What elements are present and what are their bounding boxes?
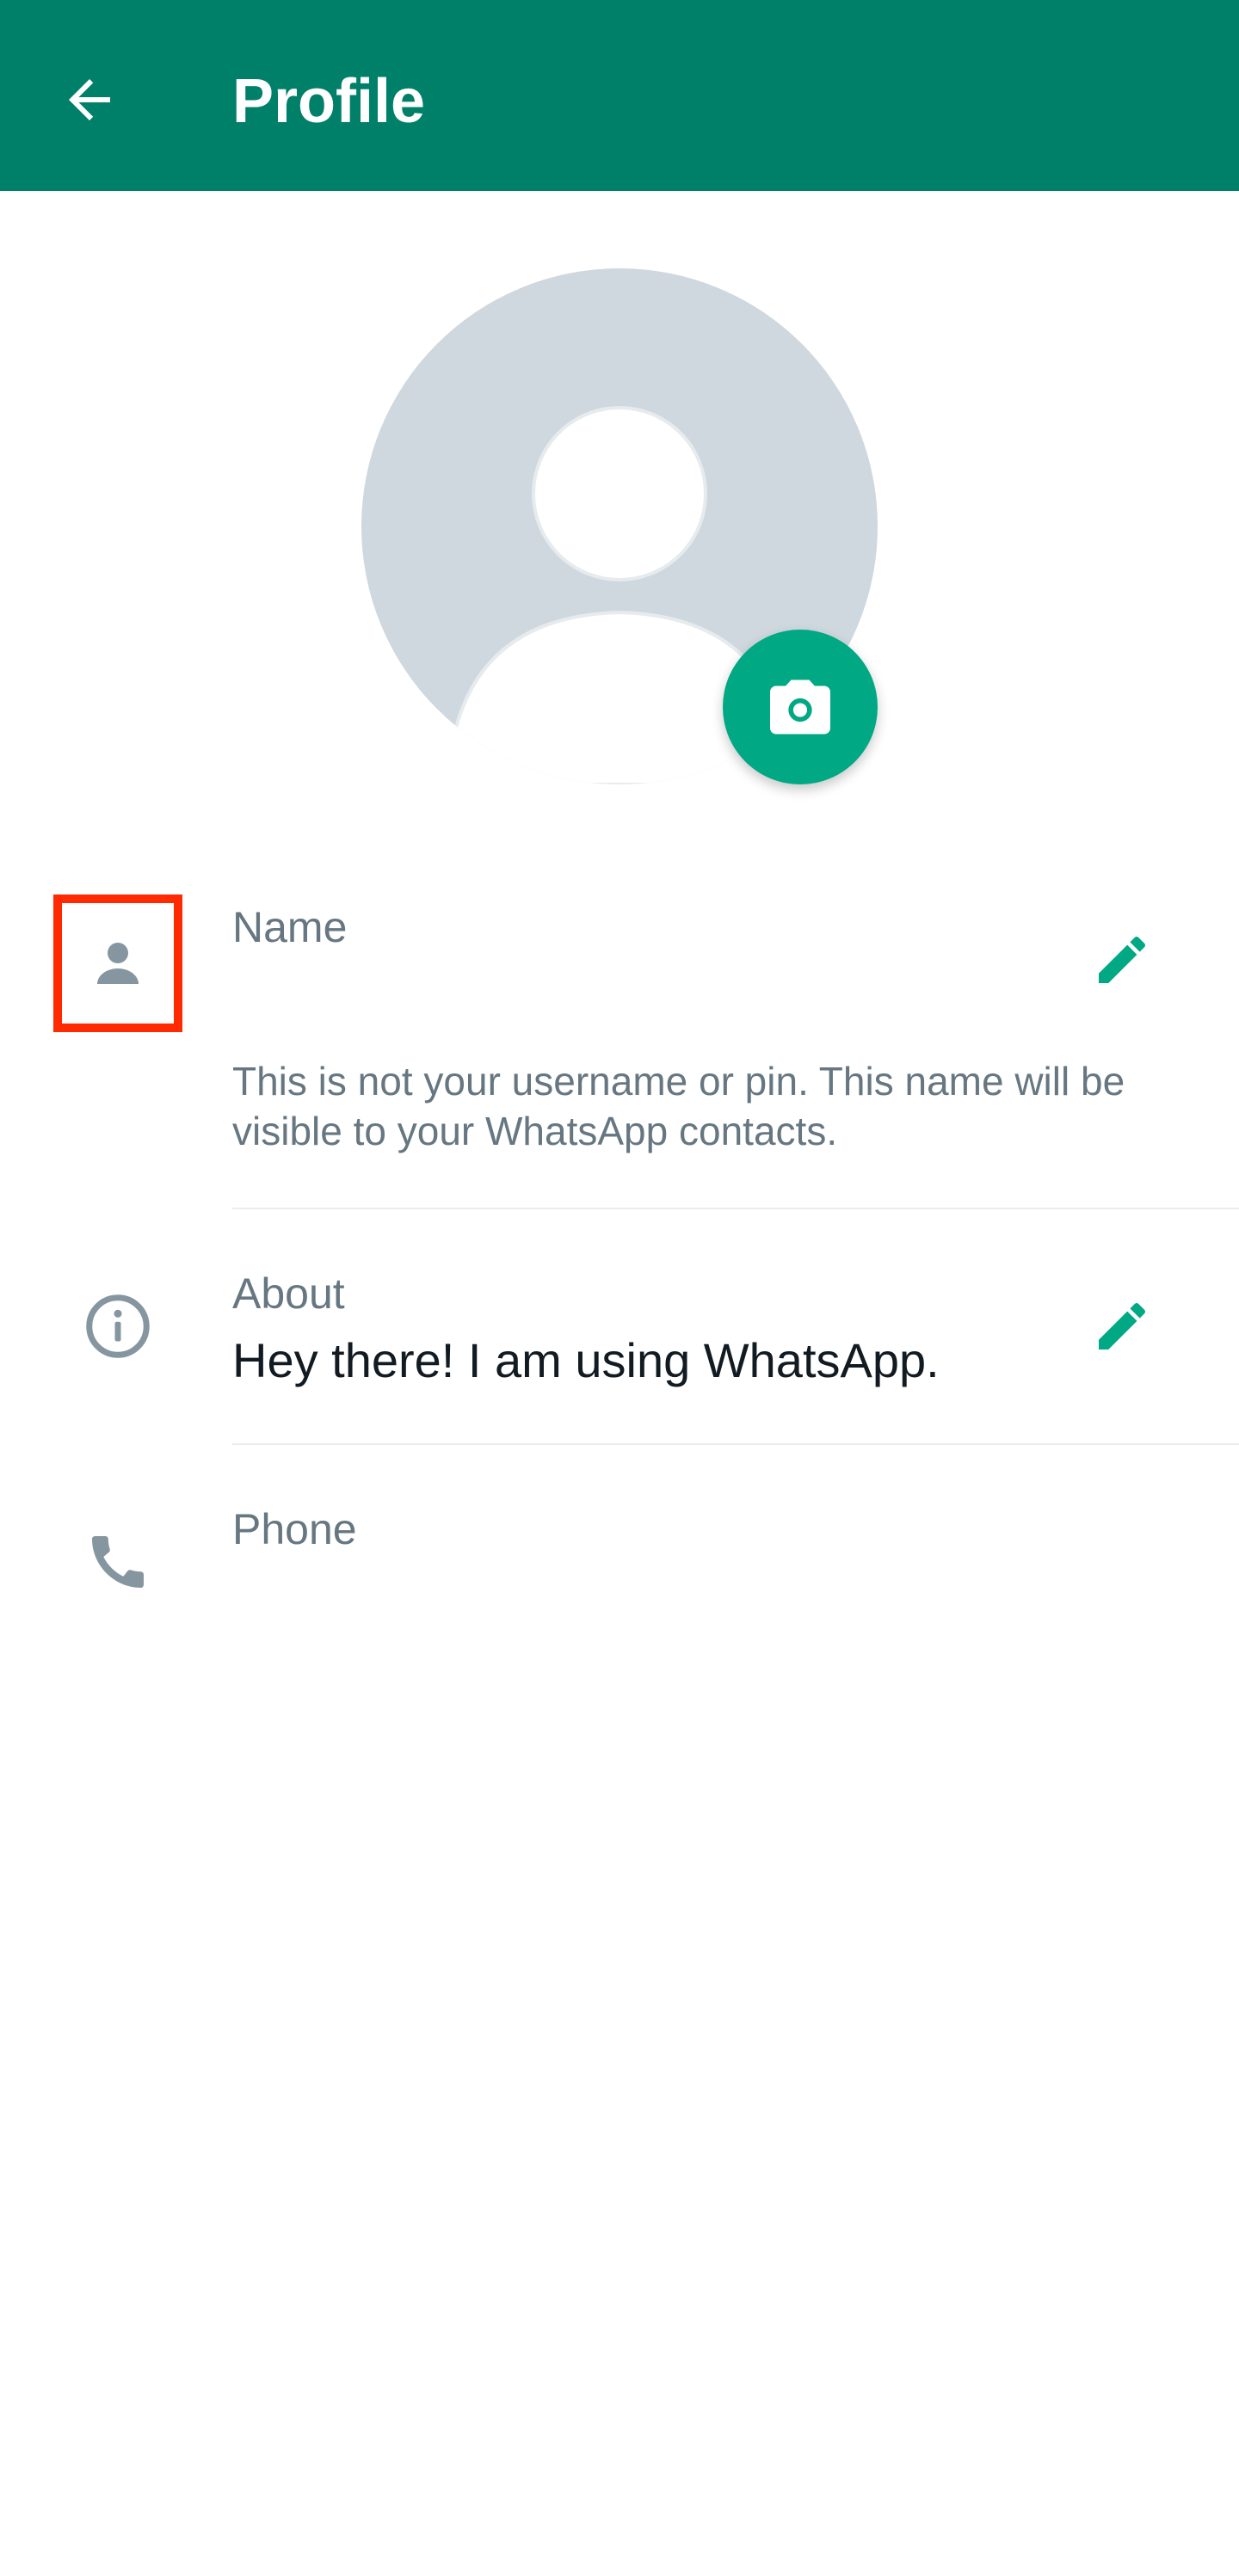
about-value: Hey there! I am using WhatsApp. bbox=[232, 1333, 940, 1387]
pencil-icon bbox=[1099, 1302, 1146, 1349]
back-button[interactable] bbox=[48, 58, 131, 141]
divider bbox=[232, 1443, 1239, 1445]
about-label: About bbox=[232, 1270, 345, 1318]
pencil-icon bbox=[1099, 936, 1146, 983]
phone-label: Phone bbox=[232, 1505, 357, 1553]
profile-photo[interactable] bbox=[361, 268, 878, 784]
about-row-icon bbox=[71, 1279, 165, 1374]
edit-name-button[interactable] bbox=[1081, 919, 1163, 1001]
change-photo-button[interactable] bbox=[723, 630, 878, 784]
app-bar: Profile bbox=[0, 0, 1239, 191]
highlight-box bbox=[53, 895, 182, 1032]
name-hint: This is not your username or pin. This n… bbox=[232, 1059, 1125, 1153]
phone-icon bbox=[92, 1536, 144, 1588]
name-label: Name bbox=[232, 903, 348, 951]
info-icon bbox=[86, 1294, 150, 1358]
edit-about-button[interactable] bbox=[1081, 1285, 1163, 1368]
camera-icon bbox=[770, 679, 830, 735]
arrow-left-icon bbox=[69, 79, 110, 120]
divider bbox=[232, 1208, 1239, 1209]
phone-row-icon bbox=[71, 1515, 165, 1609]
page-title: Profile bbox=[232, 67, 426, 136]
